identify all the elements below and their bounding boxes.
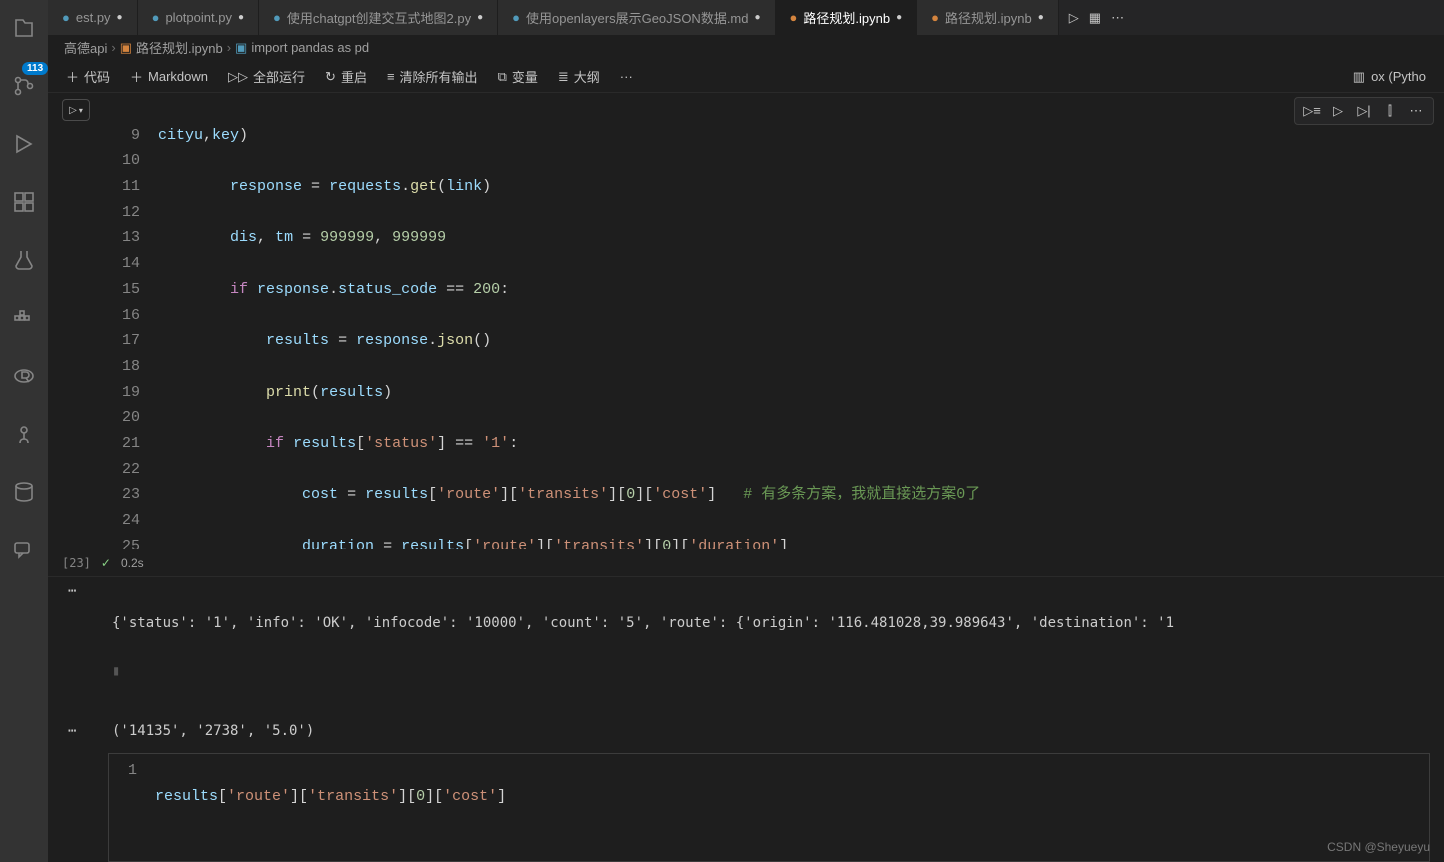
run-by-line-icon[interactable]: ▷≡ bbox=[1301, 101, 1323, 121]
run-all-button[interactable]: ▷▷ 全部运行 bbox=[220, 64, 313, 89]
extensions-icon[interactable] bbox=[0, 182, 48, 222]
tab-route-ipynb-2[interactable]: ●路径规划.ipynb● bbox=[917, 0, 1059, 35]
more-icon[interactable]: ⋯ bbox=[1111, 10, 1124, 26]
restart-button[interactable]: ↻ 重启 bbox=[317, 64, 375, 89]
exec-time: 0.2s bbox=[121, 556, 144, 570]
line-numbers: 1 bbox=[109, 754, 155, 861]
chevron-icon: › bbox=[111, 40, 115, 55]
kernel-selector[interactable]: ▥ ox (Pytho bbox=[1345, 66, 1434, 88]
code-cell-2[interactable]: 1 results['route']['transits'][0]['cost'… bbox=[108, 753, 1430, 862]
explorer-icon[interactable] bbox=[0, 8, 48, 48]
cell-toolbar: ▷≡ ▷ ▷| ⫿ ⋯ bbox=[1294, 97, 1434, 125]
activity-bar: 113 bbox=[0, 0, 48, 862]
tab-est-py[interactable]: ●est.py● bbox=[48, 0, 138, 35]
grid-icon[interactable]: ▦ bbox=[1089, 10, 1101, 26]
gitlens-icon[interactable] bbox=[0, 414, 48, 454]
breadcrumb-root[interactable]: 高德api bbox=[64, 38, 107, 57]
run-cell-button[interactable]: ▷▾ bbox=[62, 99, 90, 121]
outline-button[interactable]: ≣ 大纲 bbox=[550, 64, 608, 89]
code-cell[interactable]: ▷▾ ▷≡ ▷ ▷| ⫿ ⋯ 9101112131415161718192021… bbox=[48, 93, 1444, 549]
watermark: CSDN @Sheyueyu bbox=[1327, 840, 1430, 854]
scm-badge: 113 bbox=[22, 62, 48, 75]
cell-output-1: ⋯ {'status': '1', 'info': 'OK', 'infocod… bbox=[48, 577, 1444, 717]
cell-output-2: ⋯ ('14135', '2738', '5.0') bbox=[48, 717, 314, 745]
line-numbers: 9101112131415161718192021222324252627282… bbox=[104, 93, 158, 549]
run-icon[interactable]: ▷ bbox=[1069, 10, 1079, 26]
tab-chatgpt-map-py[interactable]: ●使用chatgpt创建交互式地图2.py● bbox=[259, 0, 498, 35]
cell-status: [23] ✓ 0.2s bbox=[48, 549, 1444, 577]
code-editor[interactable]: results['route']['transits'][0]['cost'] bbox=[155, 754, 1429, 861]
tab-openlayers-md[interactable]: ●使用openlayers展示GeoJSON数据.md● bbox=[498, 0, 775, 35]
success-icon: ✓ bbox=[101, 556, 111, 570]
more-cell-icon[interactable]: ⋯ bbox=[1405, 101, 1427, 121]
tab-plotpoint-py[interactable]: ●plotpoint.py● bbox=[138, 0, 259, 35]
more-button[interactable]: ··· bbox=[612, 66, 641, 87]
output-collapse-icon[interactable]: ⋯ bbox=[62, 723, 102, 739]
execute-below-icon[interactable]: ▷| bbox=[1353, 101, 1375, 121]
chevron-icon: › bbox=[227, 40, 231, 55]
code-editor[interactable]: cityu,key) response = requests.get(link)… bbox=[158, 93, 1444, 549]
breadcrumbs[interactable]: 高德api › ▣ 路径规划.ipynb › ▣ import pandas a… bbox=[48, 35, 1444, 61]
comments-icon[interactable] bbox=[0, 530, 48, 570]
split-icon[interactable]: ⫿ bbox=[1379, 101, 1401, 121]
tab-actions: ▷ ▦ ⋯ bbox=[1059, 0, 1134, 35]
add-code-button[interactable]: ＋ 代码 bbox=[58, 64, 118, 89]
editor-tabs: ●est.py● ●plotpoint.py● ●使用chatgpt创建交互式地… bbox=[48, 0, 1444, 35]
output-collapse-icon[interactable]: ⋯ bbox=[62, 583, 102, 711]
run-debug-icon[interactable] bbox=[0, 124, 48, 164]
r-icon[interactable] bbox=[0, 356, 48, 396]
variables-button[interactable]: ⧉ 变量 bbox=[490, 64, 546, 89]
testing-icon[interactable] bbox=[0, 240, 48, 280]
database-icon[interactable] bbox=[0, 472, 48, 512]
breadcrumb-file[interactable]: 路径规划.ipynb bbox=[136, 38, 223, 57]
breadcrumb-cell[interactable]: import pandas as pd bbox=[251, 40, 369, 55]
add-markdown-button[interactable]: ＋ Markdown bbox=[122, 64, 216, 89]
clear-outputs-button[interactable]: ≡ 清除所有输出 bbox=[379, 64, 486, 89]
server-icon: ▥ bbox=[1353, 69, 1365, 85]
docker-icon[interactable] bbox=[0, 298, 48, 338]
exec-count: [23] bbox=[62, 556, 91, 570]
notebook-toolbar: ＋ 代码 ＋ Markdown ▷▷ 全部运行 ↻ 重启 ≡ 清除所有输出 ⧉ … bbox=[48, 61, 1444, 93]
execute-above-icon[interactable]: ▷ bbox=[1327, 101, 1349, 121]
tab-route-ipynb-active[interactable]: ●路径规划.ipynb● bbox=[776, 0, 918, 35]
